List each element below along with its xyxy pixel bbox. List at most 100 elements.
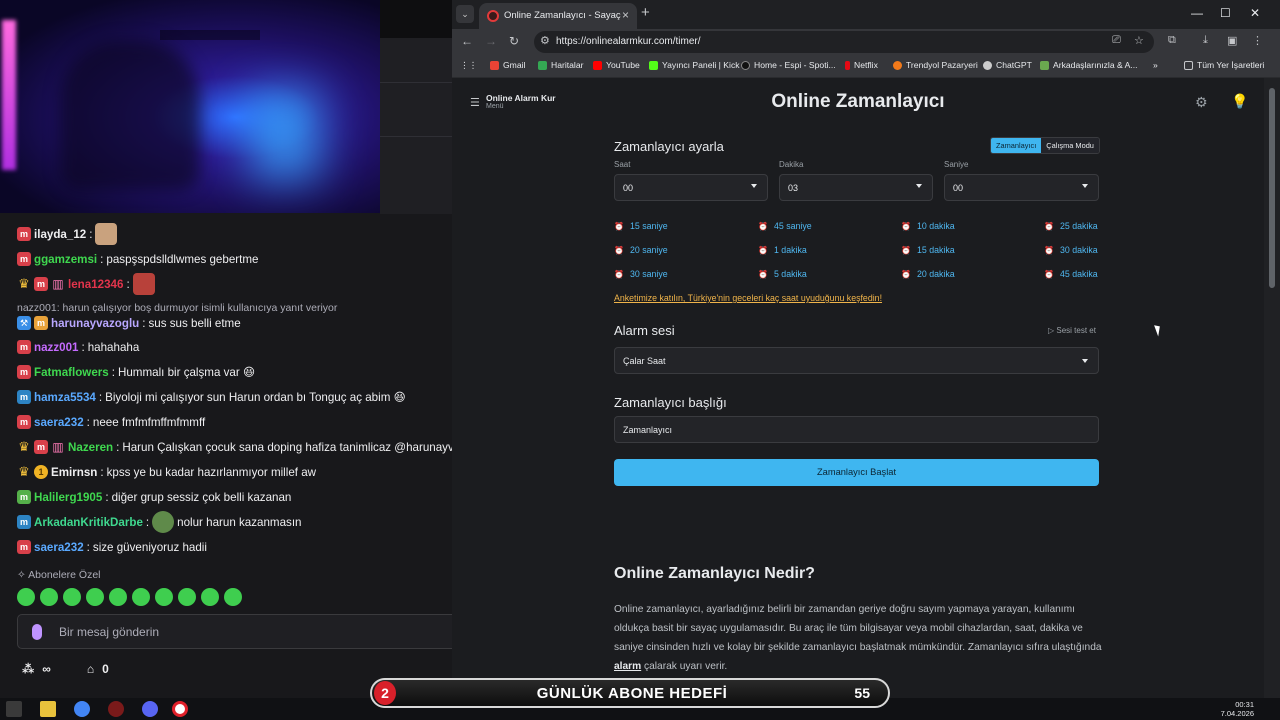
bookmark-netflix[interactable]: Netflix <box>845 60 878 70</box>
emote-icon[interactable] <box>63 588 81 606</box>
maximize-icon[interactable]: ☐ <box>1220 6 1231 20</box>
more-bookmarks-icon[interactable]: » <box>1153 60 1158 70</box>
bookmark-friends[interactable]: Arkadaşlarınızla & A... <box>1040 60 1138 70</box>
apps-icon[interactable]: ⋮⋮ <box>460 60 477 71</box>
minute-select[interactable]: 03 <box>779 174 933 201</box>
bookmarks-bar: ⋮⋮ Gmail Haritalar YouTube Yayıncı Panel… <box>452 55 1280 78</box>
new-tab-icon[interactable]: + <box>641 4 650 21</box>
bookmark-trendyol[interactable]: Trendyol Pazaryeri <box>893 60 978 70</box>
preset-1m[interactable]: ⏰ 1 dakika <box>758 245 807 255</box>
cast-icon[interactable]: ⎚ <box>1112 34 1121 47</box>
chat-username[interactable]: harunayvazoglu <box>51 317 139 330</box>
extensions-icon[interactable]: ⧉ <box>1168 34 1176 47</box>
emote-icon[interactable] <box>40 588 58 606</box>
preset-20s[interactable]: ⏰ 20 saniye <box>614 245 668 255</box>
emote-icon[interactable] <box>109 588 127 606</box>
emote-icon[interactable] <box>86 588 104 606</box>
bookmark-maps[interactable]: Haritalar <box>538 60 583 70</box>
emote-icon[interactable] <box>132 588 150 606</box>
shop-icon[interactable]: ⌂ <box>87 662 94 676</box>
extension-icon[interactable]: ▣ <box>1227 34 1237 47</box>
play-icon: ▷ <box>1048 326 1055 335</box>
preset-45s[interactable]: ⏰ 45 saniye <box>758 221 812 231</box>
second-select[interactable]: 00 <box>944 174 1099 201</box>
browser-tab[interactable]: Online Zamanlayıcı - Sayaç × <box>479 3 637 29</box>
all-bookmarks-folder[interactable]: Tüm Yer İşaretleri <box>1184 60 1264 70</box>
chat-message: ♛ m ▥ Nazeren: Harun Çalışkan çocuk sana… <box>17 437 452 457</box>
chat-username[interactable]: ilayda_12 <box>34 228 86 241</box>
hour-select[interactable]: 00 <box>614 174 768 201</box>
bookmark-kick[interactable]: Yayıncı Paneli | Kick <box>649 60 740 70</box>
emote-icon[interactable] <box>201 588 219 606</box>
chevron-down-icon <box>1082 184 1088 188</box>
chat-username[interactable]: saera232 <box>34 541 84 554</box>
chat-username[interactable]: saera232 <box>34 416 84 429</box>
back-icon[interactable]: ← <box>461 34 473 48</box>
mode-study-button[interactable]: Çalışma Modu <box>1041 138 1099 153</box>
start-icon[interactable] <box>6 701 22 717</box>
tab-search-icon[interactable]: ⌄ <box>456 5 474 23</box>
app-icon[interactable] <box>108 701 124 717</box>
start-timer-button[interactable]: Zamanlayıcı Başlat <box>614 459 1099 486</box>
bookmark-spotify[interactable]: Home - Espi - Spoti... <box>741 60 836 70</box>
chat-username[interactable]: Emirnsn <box>51 466 97 479</box>
timer-title-input[interactable]: Zamanlayıcı <box>614 416 1099 443</box>
preset-30m[interactable]: ⏰ 30 dakika <box>1044 245 1098 255</box>
chat-username[interactable]: hamza5534 <box>34 391 96 404</box>
preset-25m[interactable]: ⏰ 25 dakika <box>1044 221 1098 231</box>
emote-icon[interactable] <box>224 588 242 606</box>
minimize-icon[interactable]: — <box>1191 6 1203 20</box>
about-paragraph: Online zamanlayıcı, ayarladığınız belirl… <box>614 604 1102 672</box>
alarm-icon: ⏰ <box>1044 245 1054 255</box>
emote-icon[interactable] <box>17 588 35 606</box>
bookmark-star-icon[interactable]: ☆ <box>1134 34 1144 47</box>
explorer-icon[interactable] <box>40 701 56 717</box>
bookmark-youtube[interactable]: YouTube <box>593 60 640 70</box>
preset-45m[interactable]: ⏰ 45 dakika <box>1044 269 1098 279</box>
chat-username[interactable]: Halilerg1905 <box>34 491 102 504</box>
chat-username[interactable]: ArkadanKritikDarbe <box>34 516 143 529</box>
points-icon[interactable]: ⁂ <box>22 662 34 676</box>
chrome-icon[interactable] <box>74 701 90 717</box>
preset-5m[interactable]: ⏰ 5 dakika <box>758 269 807 279</box>
close-window-icon[interactable]: ✕ <box>1250 6 1260 20</box>
forward-icon[interactable]: → <box>485 34 497 48</box>
chat-username[interactable]: ggamzemsi <box>34 253 97 266</box>
chat-username[interactable]: nazz001 <box>34 341 78 354</box>
alarm-sound-select[interactable]: Çalar Saat <box>614 347 1099 374</box>
chat-username[interactable]: Fatmaflowers <box>34 366 109 379</box>
mic-icon[interactable] <box>32 624 42 640</box>
alarm-icon: ⏰ <box>901 221 911 231</box>
alarm-link[interactable]: alarm <box>614 661 641 672</box>
emote-icon[interactable] <box>178 588 196 606</box>
close-tab-icon[interactable]: × <box>622 8 629 22</box>
preset-30s[interactable]: ⏰ 30 saniye <box>614 269 668 279</box>
preset-10m[interactable]: ⏰ 10 dakika <box>901 221 955 231</box>
site-info-icon[interactable]: ⚙ <box>540 34 550 47</box>
mode-timer-button[interactable]: Zamanlayıcı <box>991 138 1042 153</box>
system-clock[interactable]: 00:31 7.04.2026 <box>1221 700 1254 718</box>
badge-icon: m <box>34 440 48 454</box>
badge-icon: m <box>34 316 48 330</box>
chat-message-input[interactable]: Bir mesaj gönderin <box>17 614 452 649</box>
download-icon[interactable]: ⤓ <box>1203 34 1208 47</box>
chat-username[interactable]: Nazeren <box>68 441 113 454</box>
stream-side-panel <box>380 38 452 214</box>
emote-icon[interactable] <box>155 588 173 606</box>
survey-link[interactable]: Anketimize katılın, Türkiye'nin geceleri… <box>614 293 882 303</box>
settings-gear-icon[interactable]: ⚙ <box>1195 94 1208 111</box>
chat-username[interactable]: lena12346 <box>68 278 123 291</box>
discord-icon[interactable] <box>142 701 158 717</box>
preset-15m[interactable]: ⏰ 15 dakika <box>901 245 955 255</box>
preset-15s[interactable]: ⏰ 15 saniye <box>614 221 668 231</box>
menu-icon[interactable]: ⋮ <box>1252 34 1263 47</box>
preset-20m[interactable]: ⏰ 20 dakika <box>901 269 955 279</box>
bookmark-chatgpt[interactable]: ChatGPT <box>983 60 1032 70</box>
theme-bulb-icon[interactable]: 💡 <box>1231 93 1248 110</box>
page-scrollbar[interactable] <box>1264 78 1280 698</box>
opera-icon[interactable] <box>172 701 188 717</box>
reload-icon[interactable]: ↻ <box>509 34 519 48</box>
bookmark-gmail[interactable]: Gmail <box>490 60 525 70</box>
address-bar[interactable]: ⚙ https://onlinealarmkur.com/timer/ ⎚ ☆ <box>534 31 1154 53</box>
test-sound-button[interactable]: ▷ Sesi test et <box>1048 326 1096 335</box>
